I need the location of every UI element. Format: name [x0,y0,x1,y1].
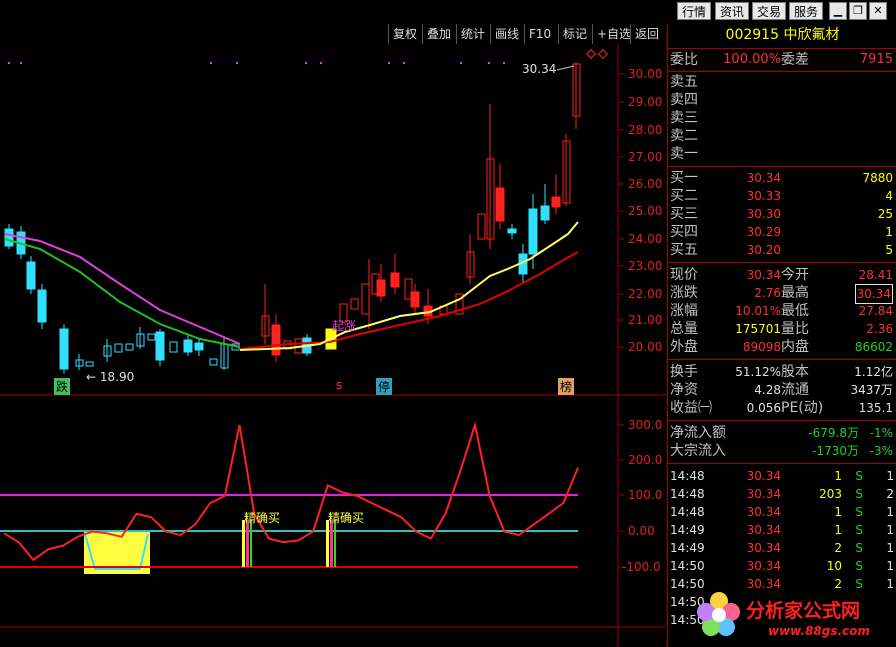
watermark-text: 分析家公式网 [746,600,861,622]
price-label: 22.00 [628,287,663,301]
top-bar: 行情 资讯 交易 服务 ▁ ❐ ✕ [0,0,896,24]
extra-row: 净资 4.28 流通 3437万 [670,382,893,398]
price-label: 28.00 [628,123,663,137]
low-price-value: 18.90 [99,370,135,384]
buy-3: 买三 30.30 25 [670,206,893,222]
quote-panel: 002915 中欣氟材 委比 100.00% 委差 7915 卖五 卖四 卖三 … [667,24,896,647]
buy-signal-label: 精确买 [328,511,365,525]
price-label: 24.00 [628,232,663,246]
buy-5: 买五 30.20 5 [670,242,893,258]
tag-die: 跌 [54,378,71,395]
indicator-label: 100.0 [628,488,663,502]
indicator-label: 300.0 [628,418,663,432]
buy-signal-label: 精确买 [244,511,281,525]
price-label: 25.00 [628,204,663,218]
overlay-button[interactable]: 叠加 [422,24,455,44]
quote-row: 涨跌 2.76 最高 30.34 [668,284,896,304]
f10-button[interactable]: F10 [524,24,555,44]
add-watchlist-button[interactable]: +自选 [592,24,635,44]
close-icon[interactable]: ✕ [869,2,887,20]
extra-row: 收益㈠ 0.056 PE(动) 135.1 [670,400,893,416]
flow-row: 大宗流入 -1730万 -3% [670,443,893,459]
tick-row: 14:49 30.34 1 S 1 [670,523,894,537]
tick-row: 14:49 30.34 2 S 1 [670,541,894,555]
low-price-marker: ← 18.90 [86,370,135,384]
tag-bang: 榜 [558,378,575,395]
trade-button[interactable]: 交易 [752,2,787,20]
sell-3: 卖三 [670,110,698,126]
chart-toolbar: 复权 叠加 统计 画线 F10 标记 +自选 返回 [388,24,666,44]
chart-svg [0,44,666,647]
service-button[interactable]: 服务 [789,2,824,20]
quote-row: 涨幅 10.01% 最低 27.84 [670,303,893,319]
back-button[interactable]: 返回 [630,24,663,44]
tag-ting: 停 [376,378,393,395]
buy-2: 买二 30.33 4 [670,188,893,204]
restore-rights-button[interactable]: 复权 [388,24,421,44]
indicator-label: 0.00 [628,524,655,538]
price-label: 20.00 [628,340,663,354]
sell-2: 卖二 [670,128,698,144]
tick-row: 14:50 30.34 10 S 1 [670,559,894,573]
sell-1: 卖一 [670,146,698,162]
stock-name: 中欣氟材 [783,27,840,43]
price-label: 26.00 [628,177,663,191]
tick-row: 14:48 30.34 1 S 1 [670,505,894,519]
price-label: 30.00 [628,67,663,81]
buy-1: 买一 30.34 7880 [670,170,893,186]
minimize-icon[interactable]: ▁ [829,2,847,20]
watermark: 分析家公式网 www.88gs.com [696,590,895,645]
buy-4: 买四 30.29 1 [670,224,893,240]
sell-5: 卖五 [670,74,698,90]
tick-row: 14:48 30.34 1 S 1 [670,469,894,483]
chart-area[interactable]: 30.00 29.00 28.00 27.00 26.00 25.00 24.0… [0,44,666,647]
high-price-marker: 30.34 [522,62,557,76]
draw-line-button[interactable]: 画线 [490,24,523,44]
stock-title: 002915 中欣氟材 [668,26,896,44]
price-label: 21.00 [628,313,663,327]
quote-row: 总量 175701 量比 2.36 [670,321,893,337]
tag-s: s [336,378,343,392]
statistics-button[interactable]: 统计 [456,24,489,44]
watermark-url: www.88gs.com [768,624,870,638]
stock-code: 002915 [725,27,779,43]
quote-row: 外盘 89098 内盘 86602 [670,339,893,355]
quote-button[interactable]: 行情 [677,2,712,20]
restore-icon[interactable]: ❐ [849,2,867,20]
indicator-label: -100.0 [622,560,661,574]
weibi-row: 委比 100.00% 委差 7915 [670,52,893,68]
quote-row: 现价 30.34 今开 28.41 [670,267,893,283]
sell-4: 卖四 [670,92,698,108]
tag-qizhang: 起涨 [332,319,357,333]
indicator-label: 200.0 [628,453,663,467]
price-label: 29.00 [628,95,663,109]
price-label: 23.00 [628,259,663,273]
extra-row: 换手 51.12% 股本 1.12亿 [670,364,893,380]
mark-button[interactable]: 标记 [558,24,591,44]
flower-logo-icon [697,592,740,636]
tick-row: 14:48 30.34 203 S 2 [670,487,894,501]
candlesticks [4,62,581,374]
flow-row: 净流入额 -679.8万 -1% [670,425,893,441]
price-label: 27.00 [628,150,663,164]
news-button[interactable]: 资讯 [715,2,750,20]
